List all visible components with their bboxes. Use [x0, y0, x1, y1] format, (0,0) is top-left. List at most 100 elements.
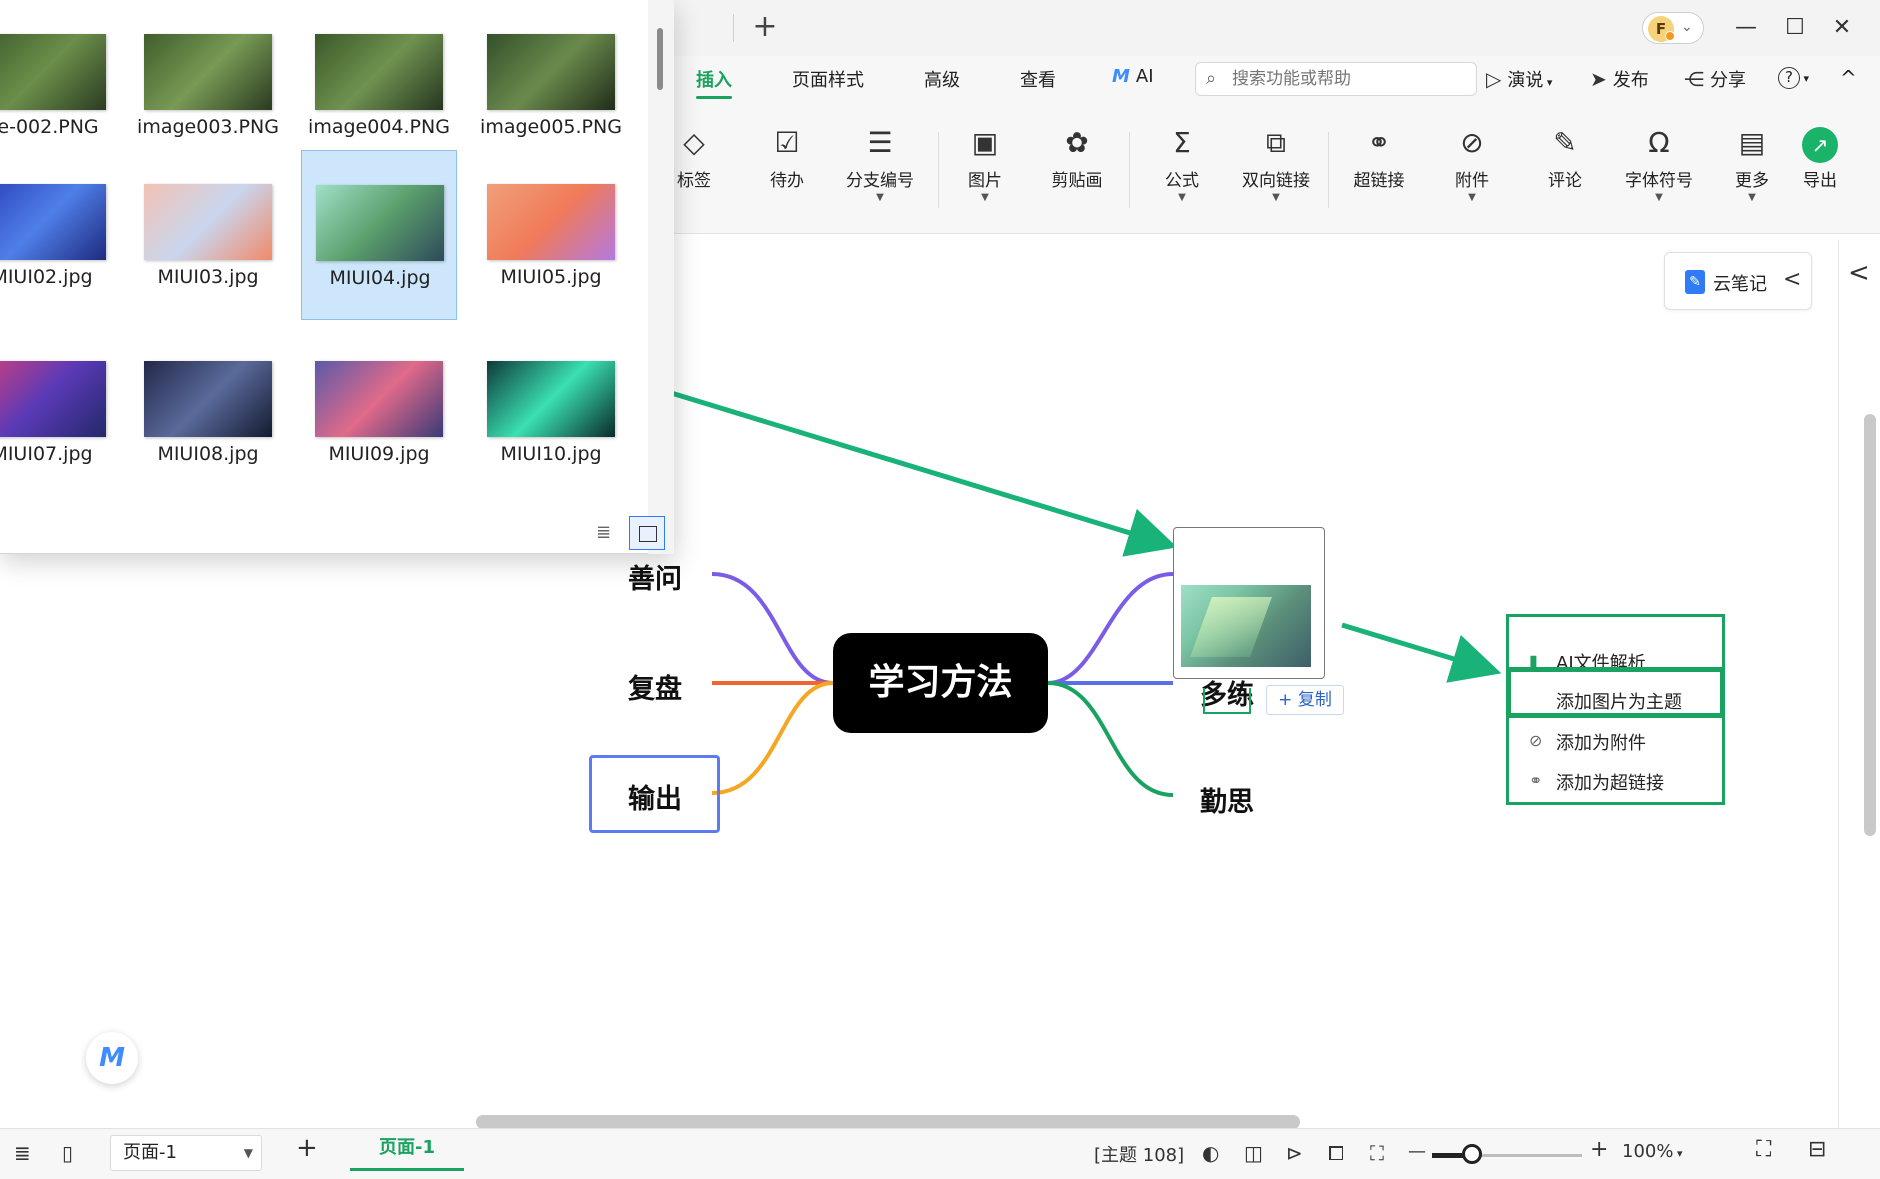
file-item[interactable]: image003.PNG: [130, 0, 286, 170]
file-name: ge-002.PNG: [0, 116, 99, 138]
image-drop-target[interactable]: [1173, 527, 1325, 679]
book-view-icon[interactable]: ◫: [1244, 1141, 1263, 1165]
topic-shuchu[interactable]: 输出: [628, 777, 682, 816]
paperclip-icon: ⊘: [1529, 731, 1543, 750]
ribbon-image-button[interactable]: ▣ 图片 ▼: [943, 126, 1027, 203]
publish-button[interactable]: ➤ 发布: [1590, 66, 1649, 92]
ai-assistant-button[interactable]: M: [86, 1032, 138, 1084]
caret-down-icon: ▼: [981, 192, 989, 203]
ribbon-label: 导出: [1803, 171, 1837, 191]
ribbon-todo-button[interactable]: ☑ 待办: [745, 126, 829, 191]
horizontal-scrollbar[interactable]: [476, 1115, 1300, 1129]
ribbon-attachment-button[interactable]: ⊘ 附件 ▼: [1430, 126, 1514, 203]
fullscreen-icon[interactable]: ⛶: [1756, 1137, 1771, 1162]
search-box[interactable]: ⌕: [1195, 62, 1477, 96]
caret-down-icon: ▼: [1468, 192, 1476, 203]
copy-drop-badge: + 复制: [1266, 685, 1344, 715]
maximize-button[interactable]: ☐: [1775, 10, 1815, 46]
caret-down-icon: ▼: [1655, 192, 1663, 203]
close-button[interactable]: ✕: [1822, 10, 1862, 46]
thumbnail-view-button[interactable]: [629, 516, 665, 550]
page-view-icon[interactable]: ▯: [62, 1141, 73, 1165]
file-item[interactable]: MIUI03.jpg: [130, 150, 286, 320]
cloud-note-button[interactable]: ✎ 云笔记 <: [1664, 252, 1812, 310]
outline-icon[interactable]: ≣: [14, 1141, 31, 1165]
ribbon-symbol-button[interactable]: Ω 字体符号 ▼: [1617, 126, 1701, 203]
menu-item-add-hyperlink[interactable]: ⚭ 添加为超链接: [1509, 761, 1722, 799]
topic-shanwen[interactable]: 善问: [628, 557, 682, 596]
caret-down-icon: ▼: [876, 192, 884, 203]
file-item[interactable]: MIUI02.jpg: [0, 150, 120, 320]
file-item[interactable]: MIUI08.jpg: [130, 327, 286, 497]
file-name: MIUI09.jpg: [328, 443, 430, 465]
search-input[interactable]: [1232, 67, 1470, 91]
user-avatar-button[interactable]: F ⌄: [1642, 12, 1704, 44]
file-item[interactable]: MIUI05.jpg: [473, 150, 629, 320]
tab-ai[interactable]: M AI: [1112, 66, 1154, 87]
file-thumbnail: [144, 361, 272, 437]
zoom-in-button[interactable]: +: [1590, 1137, 1608, 1162]
export-icon: ↗: [1802, 127, 1838, 163]
chevron-up-icon: ^: [1840, 66, 1857, 90]
explorer-scrollbar-thumb[interactable]: [657, 28, 663, 90]
page-select[interactable]: 页面-1 ▼: [110, 1135, 262, 1171]
file-name: MIUI05.jpg: [500, 266, 602, 288]
tab-page-style[interactable]: 页面样式: [792, 66, 864, 92]
file-item[interactable]: image005.PNG: [473, 0, 629, 170]
collapse-panel-icon[interactable]: ⊟: [1808, 1137, 1826, 1162]
zoom-level-select[interactable]: 100% ▾: [1622, 1141, 1683, 1162]
ribbon-formula-button[interactable]: Σ 公式 ▼: [1140, 126, 1224, 203]
page-tab-1[interactable]: 页面-1: [350, 1129, 464, 1171]
topic-fupan[interactable]: 复盘: [628, 667, 682, 706]
fit-width-icon[interactable]: ⛶: [1370, 1141, 1384, 1165]
file-name: MIUI02.jpg: [0, 266, 93, 288]
side-panel-toggle[interactable]: <: [1848, 258, 1870, 288]
ribbon-export-button[interactable]: ↗ 导出: [1778, 126, 1862, 191]
tab-separator: [733, 14, 734, 42]
file-item[interactable]: MIUI09.jpg: [301, 327, 457, 497]
menu-item-label: 添加为超链接: [1556, 773, 1664, 794]
send-icon: ➤: [1590, 67, 1607, 91]
minimize-button[interactable]: —: [1726, 10, 1766, 46]
vertical-scrollbar[interactable]: [1864, 414, 1876, 836]
tab-insert[interactable]: 插入: [696, 66, 732, 99]
ribbon-comment-button[interactable]: ✎ 评论: [1523, 126, 1607, 191]
ribbon-hyperlink-button[interactable]: ⚭ 超链接: [1337, 126, 1421, 191]
add-page-button[interactable]: +: [296, 1133, 318, 1163]
file-name: image003.PNG: [137, 116, 279, 138]
caret-down-icon: ▼: [1272, 192, 1280, 203]
file-name: MIUI08.jpg: [157, 443, 259, 465]
status-bar: ≣ ▯ 页面-1 ▼ + 页面-1 [主题 108] ◐ ◫ ⊳ ⧠ ⛶ — + …: [0, 1128, 1880, 1179]
list-view-icon[interactable]: ≣: [596, 522, 611, 543]
new-tab-button[interactable]: +: [750, 10, 780, 46]
file-item[interactable]: MIUI07.jpg: [0, 327, 120, 497]
file-item[interactable]: image004.PNG: [301, 0, 457, 170]
central-topic[interactable]: 学习方法: [833, 633, 1048, 733]
file-item[interactable]: ge-002.PNG: [0, 0, 120, 170]
cloud-note-label: 云笔记: [1713, 274, 1767, 295]
zoom-out-button[interactable]: —: [1408, 1141, 1426, 1162]
file-name: MIUI10.jpg: [500, 443, 602, 465]
play-icon[interactable]: ⊳: [1286, 1141, 1303, 1165]
help-button[interactable]: ? ▾: [1778, 66, 1809, 89]
theme-icon[interactable]: ◐: [1202, 1141, 1219, 1165]
file-explorer-window: ge-002.PNG image003.PNG image004.PNG image0…: [0, 0, 674, 554]
ribbon-branch-number-button[interactable]: ☰ 分支编号 ▼: [838, 126, 922, 203]
topic-qinsi[interactable]: 勤思: [1200, 780, 1254, 819]
present-button[interactable]: ▷ 演说 ▾: [1486, 66, 1552, 92]
share-button[interactable]: ⋲ 分享: [1684, 66, 1746, 92]
file-thumbnail: [144, 184, 272, 260]
chevron-down-icon: ⌄: [1681, 19, 1693, 35]
collapse-ribbon-button[interactable]: ^: [1840, 66, 1857, 90]
ribbon-bilink-button[interactable]: ⧉ 双向链接 ▼: [1234, 126, 1318, 203]
file-thumbnail: [315, 34, 443, 110]
ribbon-label: 双向链接: [1242, 171, 1310, 191]
file-item[interactable]: MIUI04.jpg: [301, 150, 457, 320]
ribbon-clipart-button[interactable]: ✿ 剪贴画: [1035, 126, 1119, 191]
file-item[interactable]: MIUI10.jpg: [473, 327, 629, 497]
fit-page-icon[interactable]: ⧠: [1328, 1141, 1344, 1165]
menu-item-add-attachment[interactable]: ⊘ 添加为附件: [1509, 721, 1722, 759]
zoom-slider-knob[interactable]: [1462, 1144, 1482, 1164]
tab-view[interactable]: 查看: [1020, 66, 1056, 92]
tab-advanced[interactable]: 高级: [924, 66, 960, 92]
